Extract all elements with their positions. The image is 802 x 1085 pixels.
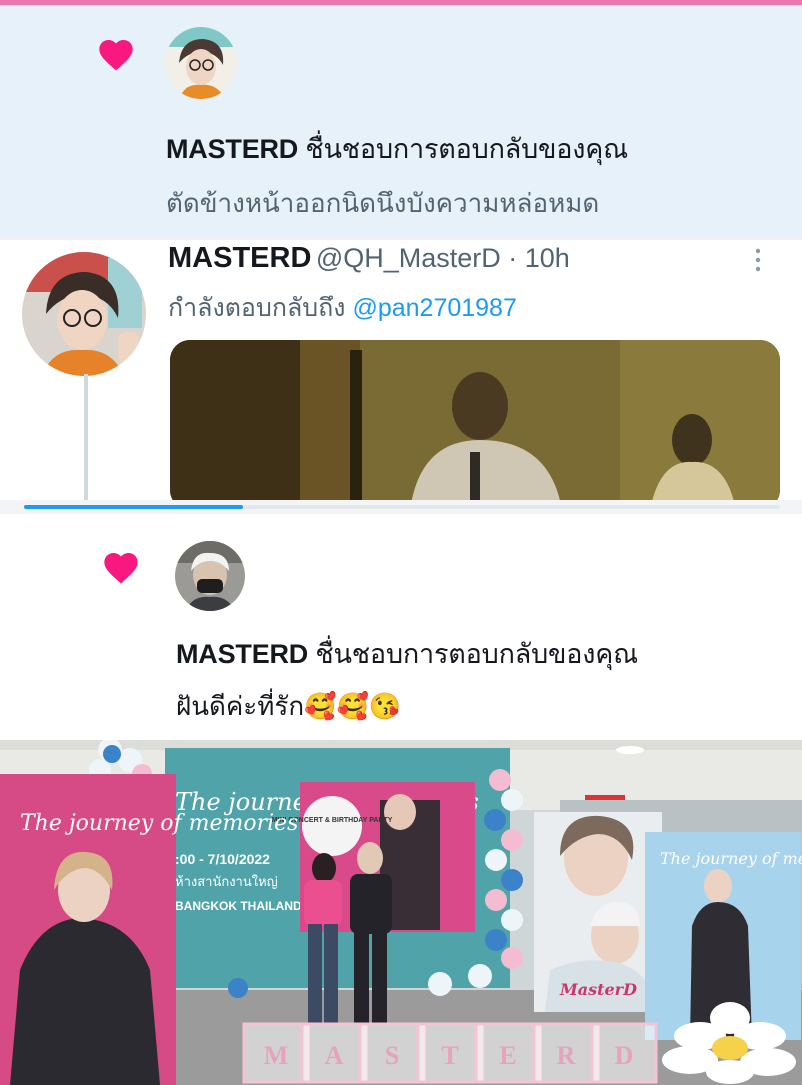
letter-box-label: E bbox=[499, 1041, 516, 1070]
progress-track[interactable] bbox=[24, 505, 780, 509]
progress-fill bbox=[24, 505, 244, 509]
tweet[interactable]: MASTERD @QH_MasterD · 10h กำลังตอบกลับถึ… bbox=[0, 238, 802, 502]
video-progress-bar[interactable] bbox=[0, 500, 802, 514]
notification-title: MASTERD ชื่นชอบการตอบกลับของคุณ bbox=[166, 127, 628, 170]
reply-text: ฝันดีค่ะที่รัก🥰🥰😘 bbox=[176, 691, 402, 721]
letter-box-label: A bbox=[325, 1041, 344, 1070]
letter-boxes: MASTERD bbox=[242, 1022, 658, 1084]
reply-text: ตัดข้างหน้าออกนิดนึงบังความหล่อหมด bbox=[166, 188, 600, 218]
letter-box-label: R bbox=[557, 1041, 576, 1070]
replying-to: กำลังตอบกลับถึง @pan2701987 bbox=[168, 288, 517, 328]
notification-action: ชื่นชอบการตอบกลับของคุณ bbox=[305, 134, 628, 164]
video-media[interactable] bbox=[170, 340, 780, 502]
avatar[interactable] bbox=[175, 541, 245, 611]
heart-icon bbox=[104, 553, 138, 584]
notification-action: ชื่นชอบการตอบกลับของคุณ bbox=[315, 639, 638, 669]
left-banner-title: The journey of memories bbox=[20, 811, 298, 836]
tweet-header: MASTERD @QH_MasterD · 10h bbox=[168, 242, 570, 275]
thread-line bbox=[84, 374, 88, 502]
like-notification-1[interactable]: MASTERD ชื่นชอบการตอบกลับของคุณ ตัดข้างห… bbox=[0, 0, 802, 238]
user-name[interactable]: MASTERD bbox=[176, 639, 308, 669]
event-photo: The journey of memories :00 - 7/10/2022 … bbox=[0, 740, 802, 1085]
replying-prefix: กำลังตอบกลับถึง bbox=[168, 294, 346, 322]
like-notification-2[interactable]: MASTERD ชื่นชอบการตอบกลับของคุณ ฝันดีค่ะ… bbox=[0, 514, 802, 740]
tweet-avatar[interactable] bbox=[22, 252, 146, 376]
more-vertical-icon[interactable] bbox=[752, 248, 764, 272]
event-photo-image: The journey of memories :00 - 7/10/2022 … bbox=[0, 740, 802, 1085]
letter-box-label: S bbox=[385, 1041, 399, 1070]
backdrop-city: BANGKOK THAILAND bbox=[175, 899, 302, 913]
user-name[interactable]: MASTERD bbox=[166, 134, 298, 164]
right-banner-title: The journey of memories bbox=[660, 849, 802, 868]
display-name[interactable]: MASTERD bbox=[168, 242, 311, 274]
letter-box-label: M bbox=[264, 1041, 289, 1070]
standee-logo: MasterD bbox=[559, 980, 637, 999]
letter-box-label: D bbox=[615, 1041, 634, 1070]
heart-icon bbox=[99, 40, 133, 71]
letter-box-label: T bbox=[441, 1041, 458, 1070]
avatar[interactable] bbox=[165, 27, 237, 99]
backdrop-venue: ห้างสานักงานใหญ่ bbox=[175, 874, 278, 889]
backdrop-date: :00 - 7/10/2022 bbox=[175, 851, 270, 867]
handle-and-time[interactable]: @QH_MasterD · 10h bbox=[316, 243, 570, 273]
replying-to-link[interactable]: @pan2701987 bbox=[352, 294, 516, 322]
notification-title: MASTERD ชื่นชอบการตอบกลับของคุณ bbox=[176, 632, 638, 675]
